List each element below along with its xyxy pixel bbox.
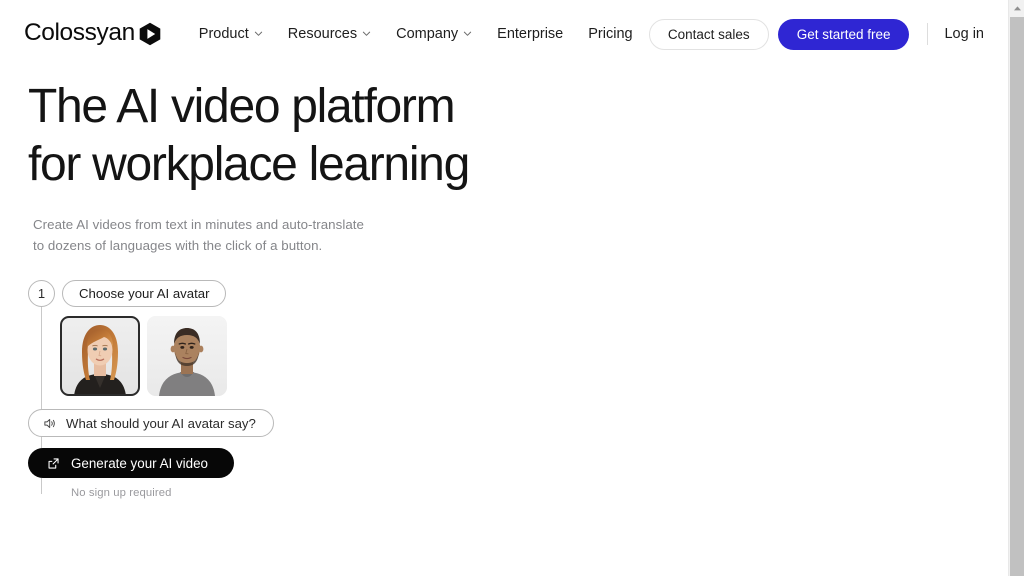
avatar-option-female-red-hair[interactable]	[60, 316, 140, 396]
scrollbar-thumb[interactable]	[1010, 17, 1024, 576]
hero-section: The AI video platform for workplace lear…	[28, 78, 470, 256]
nav-item-enterprise[interactable]: Enterprise	[497, 27, 563, 42]
login-link[interactable]: Log in	[944, 26, 984, 42]
headline-line-2: for workplace learning	[28, 138, 470, 191]
hexagon-play-icon	[139, 22, 161, 46]
main-nav: Product Resources Company Enterprise Pri…	[199, 27, 633, 42]
chevron-down-icon	[463, 29, 472, 38]
avatar-list	[60, 316, 448, 396]
say-row: What should your AI avatar say?	[28, 409, 448, 437]
get-started-free-button[interactable]: Get started free	[777, 18, 910, 50]
avatar-script-placeholder: What should your AI avatar say?	[66, 415, 256, 431]
generate-video-label: Generate your AI video	[71, 455, 208, 471]
hero-subtitle: Create AI videos from text in minutes an…	[33, 215, 469, 256]
logo-wordmark: Colossyan	[24, 18, 135, 46]
step-number-badge: 1	[28, 280, 55, 307]
nav-item-company[interactable]: Company	[396, 27, 472, 42]
page-title: The AI video platform for workplace lear…	[28, 78, 470, 194]
nav-item-label: Resources	[287, 25, 358, 42]
header-divider	[927, 23, 929, 45]
choose-avatar-chip[interactable]: Choose your AI avatar	[62, 280, 227, 307]
headline-line-1: The AI video platform	[28, 80, 456, 133]
avatar-generator-widget: 1 Choose your AI avatar What should your…	[28, 280, 448, 499]
speaker-icon	[43, 417, 56, 430]
nav-item-resources[interactable]: Resources	[288, 27, 371, 42]
nav-item-label: Pricing	[588, 25, 633, 42]
nav-item-label: Enterprise	[497, 25, 564, 42]
logo[interactable]: Colossyan	[24, 18, 161, 48]
contact-sales-button[interactable]: Contact sales	[648, 18, 769, 50]
avatar-script-input[interactable]: What should your AI avatar say?	[28, 409, 274, 437]
scroll-up-button[interactable]	[1009, 0, 1024, 17]
avatar-option-male-grey-shirt[interactable]	[147, 316, 227, 396]
generate-row: Generate your AI video	[28, 448, 448, 478]
subtitle-line-1: Create AI videos from text in minutes an…	[33, 217, 364, 232]
no-signup-note: No sign up required	[71, 487, 172, 499]
vertical-scrollbar[interactable]	[1008, 0, 1024, 576]
nav-item-pricing[interactable]: Pricing	[588, 27, 632, 42]
page-root: Colossyan Product Resources Company Ente…	[0, 0, 1024, 576]
header-actions: Contact sales Get started free Log in	[648, 18, 984, 50]
external-link-icon	[47, 457, 60, 470]
generate-video-button[interactable]: Generate your AI video	[28, 448, 234, 478]
chevron-down-icon	[362, 29, 371, 38]
step-1-row: 1 Choose your AI avatar	[28, 280, 448, 307]
chevron-down-icon	[254, 29, 263, 38]
nav-item-product[interactable]: Product	[199, 27, 263, 42]
subtitle-line-2: to dozens of languages with the click of…	[33, 237, 323, 253]
triangle-up-icon	[1013, 5, 1022, 12]
site-header: Colossyan Product Resources Company Ente…	[0, 0, 1008, 68]
nav-item-label: Product	[198, 25, 249, 42]
nav-item-label: Company	[396, 25, 459, 42]
